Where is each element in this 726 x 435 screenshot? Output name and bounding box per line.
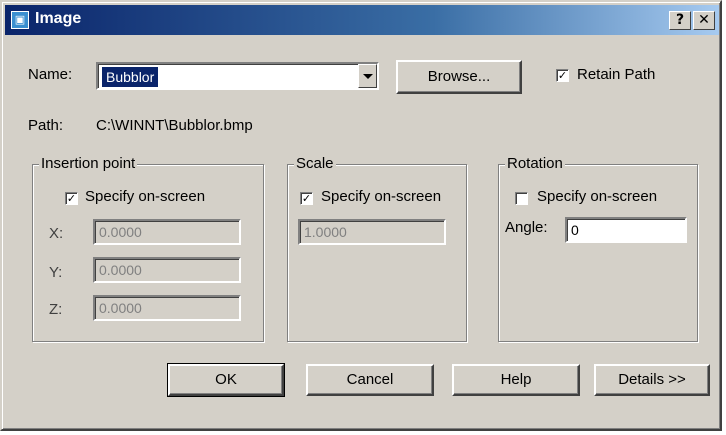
retain-path-checkbox[interactable]: ✓ — [556, 69, 569, 82]
close-icon[interactable]: ✕ — [693, 11, 715, 30]
insertion-point-group: Insertion point ✓ Specify on-screen X: 0… — [32, 155, 264, 342]
name-combobox-value: Bubblor — [102, 67, 159, 87]
angle-field[interactable]: 0 — [565, 217, 687, 243]
name-label-text: Name: — [28, 66, 73, 83]
z-label: Z: — [49, 301, 63, 318]
rotation-specify-label: Specify on-screen — [537, 188, 658, 205]
z-field[interactable]: 0.0000 — [93, 295, 241, 321]
scale-specify-label: Specify on-screen — [321, 188, 442, 205]
cancel-button[interactable]: Cancel — [306, 364, 434, 396]
insertion-specify-label: Specify on-screen — [85, 188, 206, 205]
insertion-specify-checkbox[interactable]: ✓ — [65, 192, 78, 205]
x-label: X: — [49, 225, 64, 242]
name-combobox[interactable]: Bubblor — [96, 62, 379, 90]
ok-button[interactable]: OK — [167, 363, 285, 397]
scale-group: Scale ✓ Specify on-screen 1.0000 — [287, 155, 467, 342]
y-field[interactable]: 0.0000 — [93, 257, 241, 283]
name-label: Name: — [28, 66, 72, 83]
angle-label: Angle: — [505, 219, 548, 236]
y-label: Y: — [49, 264, 63, 281]
path-label: Path: — [28, 117, 64, 134]
chevron-down-icon[interactable] — [358, 64, 377, 88]
browse-button[interactable]: Browse... — [396, 60, 522, 94]
app-icon: ▣ — [11, 11, 29, 29]
help-button[interactable]: Help — [452, 364, 580, 396]
retain-path-label: Retain Path — [577, 66, 656, 83]
insertion-point-title: Insertion point — [39, 155, 138, 172]
path-value: C:\WINNT\Bubblor.bmp — [96, 117, 253, 134]
rotation-title: Rotation — [505, 155, 565, 172]
x-field[interactable]: 0.0000 — [93, 219, 241, 245]
scale-field[interactable]: 1.0000 — [298, 219, 446, 245]
rotation-group: Rotation Specify on-screen Angle: 0 — [498, 155, 698, 342]
help-title-button[interactable]: ? — [669, 11, 691, 30]
title-bar[interactable]: ▣ Image ? ✕ — [5, 5, 719, 35]
rotation-specify-checkbox[interactable] — [515, 192, 528, 205]
scale-specify-checkbox[interactable]: ✓ — [300, 192, 313, 205]
scale-title: Scale — [294, 155, 336, 172]
details-button[interactable]: Details >> — [594, 364, 710, 396]
dialog-title: Image — [35, 10, 82, 27]
image-dialog: ▣ Image ? ✕ Name: Bubblor Browse... ✓ Re… — [0, 0, 722, 431]
